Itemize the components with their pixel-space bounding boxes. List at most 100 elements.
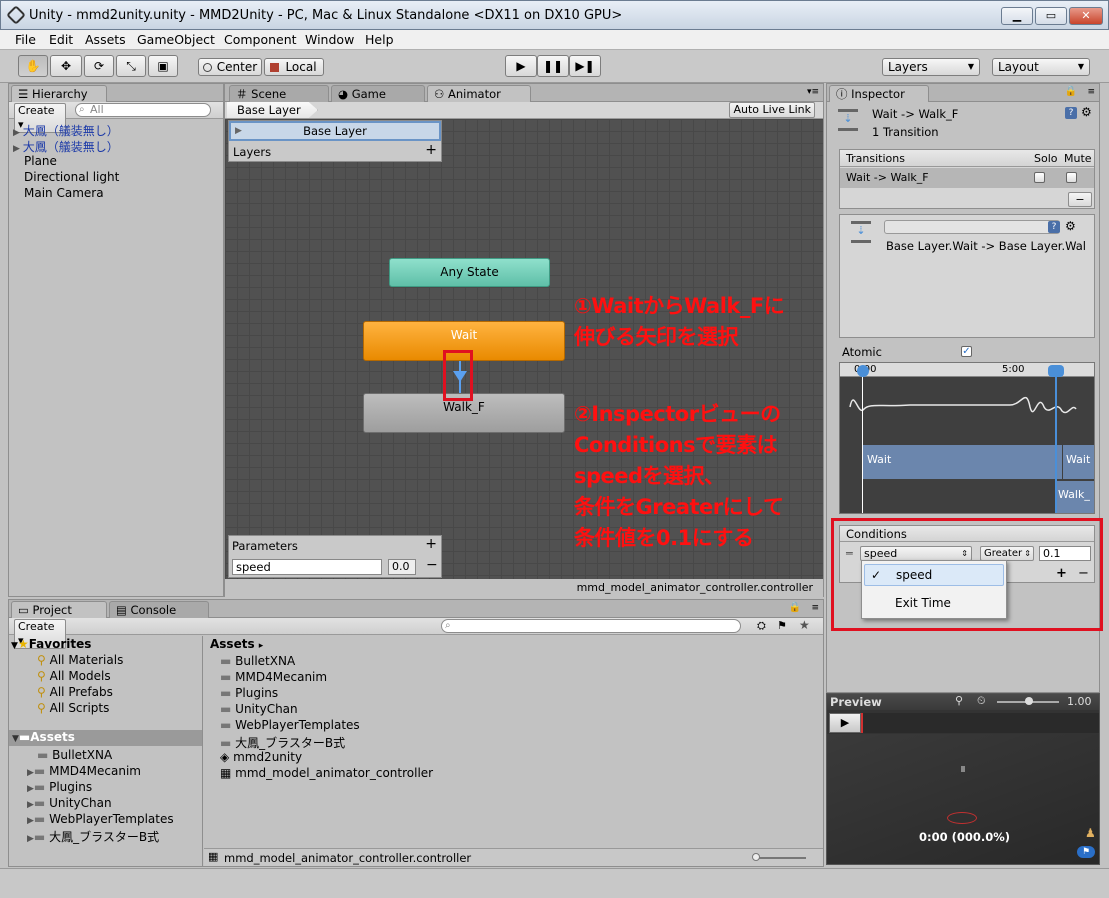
tree-item[interactable]: ▶▬ WebPlayerTemplates: [27, 812, 174, 826]
file-item[interactable]: ▬ UnityChan: [220, 702, 298, 716]
add-layer-button[interactable]: +: [425, 142, 437, 158]
pivot-icon[interactable]: ⚲: [955, 694, 963, 707]
preview-play-button[interactable]: ▶: [829, 713, 861, 733]
tab-scene[interactable]: ＃ Scene: [229, 85, 329, 102]
tag-icon[interactable]: ⚑: [1077, 846, 1095, 858]
any-state-node[interactable]: Any State: [389, 258, 550, 287]
filter-type-icon[interactable]: ⛭: [757, 619, 766, 633]
tab-game[interactable]: ◕ Game: [331, 85, 425, 102]
start-marker-icon[interactable]: [857, 365, 869, 377]
preview-timebar[interactable]: [861, 713, 1099, 733]
lock-icon[interactable]: 🔒: [789, 602, 801, 613]
list-item[interactable]: ⚲ All Prefabs: [37, 685, 113, 699]
lock-icon[interactable]: 🔒: [1065, 86, 1077, 97]
maximize-button[interactable]: ▭: [1035, 7, 1067, 25]
pivot-center-button[interactable]: Center: [198, 58, 262, 76]
slider-thumb[interactable]: [752, 853, 760, 861]
tree-item[interactable]: ▶▬ Plugins: [27, 780, 92, 794]
scale-tool-icon[interactable]: ⤡: [116, 55, 146, 77]
menu-file[interactable]: File: [15, 32, 36, 47]
menu-edit[interactable]: Edit: [49, 32, 73, 47]
gear-icon[interactable]: ⚙: [1081, 105, 1092, 119]
project-search-input[interactable]: ⌕: [441, 619, 741, 633]
file-item[interactable]: ▬ WebPlayerTemplates: [220, 718, 360, 732]
slider-thumb[interactable]: [1025, 697, 1033, 705]
pivot-local-button[interactable]: Local: [264, 58, 324, 76]
move-tool-icon[interactable]: ✥: [50, 55, 82, 77]
menu-help[interactable]: Help: [365, 32, 394, 47]
file-item[interactable]: ◈ mmd2unity: [220, 750, 302, 764]
preview-viewport[interactable]: 0:00 (000.0%) ♟ ⚑: [827, 734, 1099, 864]
more-icon[interactable]: ≡: [811, 603, 819, 613]
layout-dropdown[interactable]: Layout ▼: [992, 58, 1090, 76]
menu-component[interactable]: Component: [224, 32, 297, 47]
auto-live-link-button[interactable]: Auto Live Link: [729, 102, 815, 118]
breadcrumb[interactable]: Assets ▸: [210, 637, 263, 651]
help-icon[interactable]: ?: [1048, 221, 1060, 233]
filter-label-icon[interactable]: ⚑: [777, 619, 787, 632]
rotate-tool-icon[interactable]: ⟳: [84, 55, 114, 77]
assets-header[interactable]: ▼▬Assets: [9, 730, 202, 746]
tab-hierarchy[interactable]: ☰ Hierarchy: [11, 85, 107, 102]
favorites-header[interactable]: ▼★Favorites: [11, 637, 91, 651]
list-item[interactable]: ⚲ All Scripts: [37, 701, 109, 715]
step-button[interactable]: ▶❚: [569, 55, 601, 77]
tree-item[interactable]: ▶▬ MMD4Mecanim: [27, 764, 141, 778]
list-item[interactable]: Main Camera: [24, 186, 104, 200]
close-button[interactable]: ✕: [1069, 7, 1103, 25]
list-item[interactable]: Directional light: [24, 170, 119, 184]
menu-window[interactable]: Window: [305, 32, 354, 47]
breadcrumb[interactable]: Base Layer: [227, 102, 318, 118]
tree-item[interactable]: ▶▬ 大鳳_ブラスターB式: [27, 828, 159, 845]
end-marker-icon[interactable]: [1048, 365, 1064, 377]
menu-assets[interactable]: Assets: [85, 32, 126, 47]
tree-item[interactable]: ▶▬ UnityChan: [27, 796, 112, 810]
file-item[interactable]: ▬ Plugins: [220, 686, 278, 700]
mute-checkbox[interactable]: [1066, 172, 1077, 183]
layer-item[interactable]: ▶ Base Layer: [229, 121, 441, 141]
remove-parameter-button[interactable]: −: [426, 557, 438, 573]
more-icon[interactable]: ≡: [1087, 87, 1095, 97]
search-input[interactable]: ⌕ All: [75, 103, 211, 117]
help-icon[interactable]: ?: [1065, 107, 1077, 119]
favorite-star-icon[interactable]: ★: [799, 618, 810, 632]
remove-transition-button[interactable]: −: [1068, 192, 1092, 207]
more-icon[interactable]: ▾≡: [807, 87, 819, 97]
list-item[interactable]: ▶ 大鳳（艤装無し）: [13, 138, 119, 155]
avatar-icon[interactable]: ♟: [1085, 826, 1096, 840]
gear-icon[interactable]: ⚙: [1065, 219, 1076, 233]
add-parameter-button[interactable]: +: [425, 536, 437, 552]
tab-animator[interactable]: ⚇ Animator: [427, 85, 531, 102]
rect-tool-icon[interactable]: ▣: [148, 55, 178, 77]
list-item[interactable]: ⚲ All Models: [37, 669, 111, 683]
list-item[interactable]: Plane: [24, 154, 57, 168]
table-row[interactable]: Wait -> Walk_F: [840, 168, 1094, 188]
file-item[interactable]: ▬ 大鳳_ブラスターB式: [220, 734, 345, 751]
play-button[interactable]: ▶: [505, 55, 537, 77]
file-item[interactable]: ▬ BulletXNA: [220, 654, 295, 668]
icon-size-slider[interactable]: [752, 853, 806, 861]
tab-inspector[interactable]: ⓘ Inspector: [829, 85, 929, 102]
file-item[interactable]: ▬ MMD4Mecanim: [220, 670, 327, 684]
atomic-checkbox[interactable]: ✓: [961, 346, 972, 357]
speed-icon[interactable]: ⏲: [977, 694, 986, 708]
name-field[interactable]: [884, 220, 1060, 234]
param-name-field[interactable]: speed: [232, 559, 382, 575]
hand-tool-icon[interactable]: ✋: [18, 55, 48, 77]
param-value-field[interactable]: 0.0: [388, 559, 416, 575]
tab-console[interactable]: ▤ Console: [109, 601, 209, 618]
file-item[interactable]: ▦ mmd_model_animator_controller: [220, 766, 433, 780]
transition-full-name: Base Layer.Wait -> Base Layer.Wal: [886, 239, 1087, 253]
menu-gameobject[interactable]: GameObject: [137, 32, 215, 47]
tree-item[interactable]: ▬ BulletXNA: [37, 748, 112, 762]
tab-project[interactable]: ▭ Project: [11, 601, 107, 618]
solo-checkbox[interactable]: [1034, 172, 1045, 183]
speed-slider[interactable]: [997, 697, 1059, 705]
list-item[interactable]: ⚲ All Materials: [37, 653, 123, 667]
transition-detail: ⇣ ? ⚙ Base Layer.Wait -> Base Layer.Wal: [839, 214, 1095, 338]
list-item[interactable]: ▶ 大鳳（艤装無し）: [13, 122, 119, 139]
minimize-button[interactable]: ▁: [1001, 7, 1033, 25]
pause-button[interactable]: ❚❚: [537, 55, 569, 77]
layers-dropdown[interactable]: Layers ▼: [882, 58, 980, 76]
transition-timeline[interactable]: 0:00 5:00 Wait Wait Walk_: [839, 362, 1095, 514]
